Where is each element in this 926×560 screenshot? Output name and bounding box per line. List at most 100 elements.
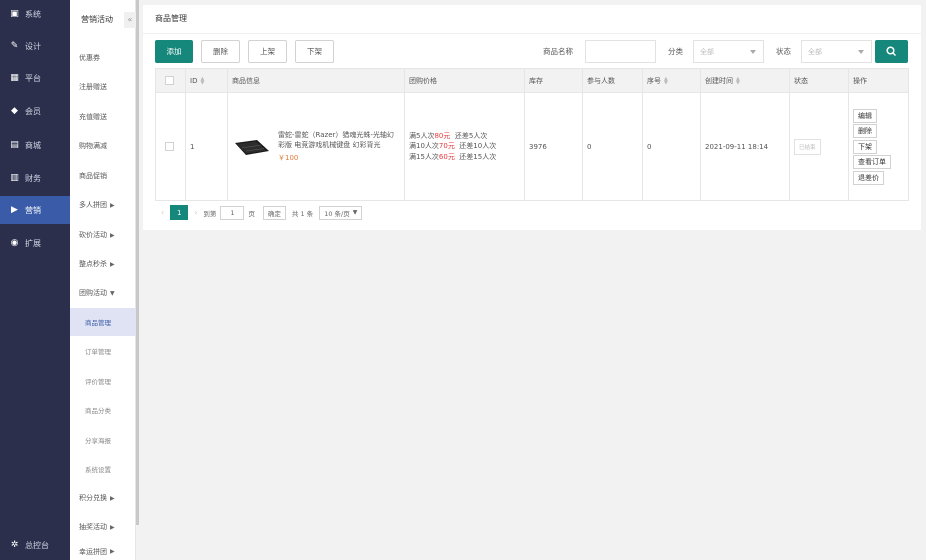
subnav-label: 订单管理 bbox=[85, 348, 111, 356]
row-list-down-button[interactable]: 下架 bbox=[853, 139, 877, 154]
created-cell: 2021-09-11 18:14 bbox=[700, 92, 790, 201]
subnav-label: 分享海报 bbox=[85, 437, 111, 445]
row-checkbox[interactable] bbox=[165, 142, 174, 151]
subnav-child-product-manage[interactable]: 商品管理 bbox=[70, 308, 136, 336]
nav-item-design[interactable]: ✎ 设计 bbox=[0, 32, 70, 60]
caret-right-icon: ▶ bbox=[110, 494, 115, 502]
price-tier: 满15人次60元 还差15人次 bbox=[409, 152, 524, 163]
tier-remaining: 还差15人次 bbox=[459, 152, 497, 161]
subnav-item-points[interactable]: 积分兑换 ▶ bbox=[70, 485, 136, 511]
tier-condition: 满15人次 bbox=[409, 152, 439, 161]
column-label: 团购价格 bbox=[409, 76, 437, 85]
category-select[interactable]: 全部 bbox=[693, 40, 764, 63]
column-header-actions: 操作 bbox=[848, 68, 909, 93]
system-icon: ▣ bbox=[10, 8, 19, 19]
product-name: 雷蛇-雷蛇（Razer）猎魂光蛛-光轴幻彩版 电竞游戏机械键盘 幻彩背光 bbox=[278, 131, 394, 149]
subnav-item-lottery[interactable]: 抽奖活动 ▶ bbox=[70, 514, 136, 540]
list-up-button[interactable]: 上架 bbox=[248, 40, 287, 63]
nav-label: 平台 bbox=[25, 73, 41, 83]
subnav-item-full-reduction[interactable]: 购物满减 bbox=[70, 133, 136, 159]
subnav-child-share-poster[interactable]: 分享海报 bbox=[70, 426, 136, 454]
view-orders-button[interactable]: 查看订单 bbox=[853, 155, 891, 169]
subnav-child-order-manage[interactable]: 订单管理 bbox=[70, 337, 136, 365]
next-page-icon[interactable]: › bbox=[194, 208, 197, 217]
page-current[interactable]: 1 bbox=[170, 205, 189, 220]
nav-item-dashboard[interactable]: ✲ 总控台 bbox=[0, 531, 70, 559]
chevron-down-icon bbox=[858, 50, 864, 54]
nav-label: 总控台 bbox=[25, 540, 49, 550]
caret-right-icon: ▶ bbox=[110, 201, 115, 209]
nav-item-system[interactable]: ▣ 系统 bbox=[0, 0, 70, 28]
add-button[interactable]: 添加 bbox=[155, 40, 193, 63]
goto-confirm-button[interactable]: 确定 bbox=[262, 205, 286, 220]
subnav-item-register-gift[interactable]: 注册赠送 bbox=[70, 74, 136, 100]
delete-button[interactable]: 删除 bbox=[201, 40, 240, 63]
tier-condition: 满5人次 bbox=[409, 131, 435, 140]
prev-page-icon[interactable]: ‹ bbox=[161, 208, 164, 217]
subnav-item-lucky-group[interactable]: 幸运拼团 ▶ bbox=[70, 543, 136, 560]
tier-price: 70元 bbox=[438, 142, 455, 151]
column-label: 库存 bbox=[529, 76, 543, 85]
platform-icon: ▦ bbox=[10, 72, 19, 83]
page-title: 商品管理 bbox=[155, 14, 187, 23]
subnav-item-group-buy-multi[interactable]: 多人拼团 ▶ bbox=[70, 192, 136, 218]
search-button[interactable] bbox=[875, 40, 908, 63]
subnav-label: 注册赠送 bbox=[79, 83, 107, 91]
product-name-input[interactable] bbox=[585, 40, 656, 63]
table-header-row: ID ▲ ▼ 商品信息 团购价格 库存 参与人数 序号 ▲ ▼ 创建时间 ▲ ▼ 状态 操作 bbox=[155, 68, 909, 93]
main-card: 商品管理 添加 删除 上架 下架 商品名称 分类 全部 状态 全部 ID ▲ ▼ 商… bbox=[143, 5, 921, 230]
subnav-child-review-manage[interactable]: 评价管理 bbox=[70, 367, 136, 395]
subnav-item-coupon[interactable]: 优惠券 bbox=[70, 45, 136, 71]
subnav-label: 优惠券 bbox=[79, 54, 100, 62]
category-select-value: 全部 bbox=[700, 47, 714, 56]
column-header-created[interactable]: 创建时间 ▲ ▼ bbox=[700, 68, 790, 93]
column-header-participants: 参与人数 bbox=[582, 68, 643, 93]
sidebar-scrollbar[interactable] bbox=[136, 0, 139, 525]
sub-sidebar: 营销活动 优惠券 注册赠送 充值赠送 购物满减 商品促销 多人拼团 ▶ 砍价活动 ▶… bbox=[70, 0, 136, 560]
refund-difference-button[interactable]: 退差价 bbox=[853, 170, 884, 185]
product-thumbnail bbox=[235, 139, 269, 155]
table-row: 1 雷蛇-雷蛇（Razer）猎魂光蛛-光轴幻彩版 电竞游戏机械键盘 幻彩背光 ￥… bbox=[155, 92, 909, 201]
status-select[interactable]: 全部 bbox=[801, 40, 872, 63]
caret-right-icon: ▶ bbox=[110, 260, 115, 268]
nav-item-extension[interactable]: ◉ 扩展 bbox=[0, 229, 70, 257]
column-label: 参与人数 bbox=[587, 76, 615, 85]
column-header-status: 状态 bbox=[789, 68, 849, 93]
collapse-sidebar-button[interactable]: « bbox=[124, 12, 136, 28]
subnav-item-bargain[interactable]: 砍价活动 ▶ bbox=[70, 222, 136, 248]
subnav-child-settings[interactable]: 系统设置 bbox=[70, 455, 136, 483]
nav-item-marketing[interactable]: ▶ 营销 bbox=[0, 196, 70, 224]
main-sidebar: ▣ 系统 ✎ 设计 ▦ 平台 ◆ 会员 ▤ 商城 ▥ 财务 ▶ 营销 ◉ 扩展 … bbox=[0, 0, 70, 560]
edit-button[interactable]: 编辑 bbox=[853, 108, 877, 123]
divider bbox=[143, 33, 921, 34]
product-info-cell: 雷蛇-雷蛇（Razer）猎魂光蛛-光轴幻彩版 电竞游戏机械键盘 幻彩背光 ￥10… bbox=[227, 92, 405, 201]
nav-item-shop[interactable]: ▤ 商城 bbox=[0, 131, 70, 159]
column-label: 商品信息 bbox=[232, 76, 260, 85]
category-label: 分类 bbox=[668, 47, 683, 56]
stock-cell: 3976 bbox=[524, 92, 583, 201]
column-label: ID bbox=[190, 76, 198, 85]
subnav-item-group-buy[interactable]: 团购活动 ▼ bbox=[70, 280, 136, 306]
select-all-cell bbox=[155, 68, 186, 93]
subnav-item-recharge-gift[interactable]: 充值赠送 bbox=[70, 104, 136, 130]
column-header-id[interactable]: ID ▲ ▼ bbox=[185, 68, 228, 93]
page-size-select[interactable]: 10 条/页 ▼ bbox=[319, 205, 363, 220]
subnav-item-flash-sale[interactable]: 整点秒杀 ▶ bbox=[70, 251, 136, 277]
list-down-button[interactable]: 下架 bbox=[295, 40, 334, 63]
nav-item-finance[interactable]: ▥ 财务 bbox=[0, 164, 70, 192]
nav-label: 营销 bbox=[25, 205, 41, 215]
design-icon: ✎ bbox=[10, 40, 19, 51]
nav-item-member[interactable]: ◆ 会员 bbox=[0, 97, 70, 125]
subnav-child-category[interactable]: 商品分类 bbox=[70, 396, 136, 424]
subnav-item-promotion[interactable]: 商品促销 bbox=[70, 163, 136, 189]
nav-item-platform[interactable]: ▦ 平台 bbox=[0, 64, 70, 92]
select-all-checkbox[interactable] bbox=[165, 76, 174, 85]
search-icon bbox=[886, 46, 897, 57]
subnav-label: 商品管理 bbox=[85, 319, 111, 327]
column-header-order[interactable]: 序号 ▲ ▼ bbox=[642, 68, 701, 93]
page-number-input[interactable]: 1 bbox=[220, 205, 245, 220]
subnav-label: 砍价活动 bbox=[79, 231, 107, 239]
row-delete-button[interactable]: 删除 bbox=[853, 124, 877, 138]
row-id: 1 bbox=[185, 92, 228, 201]
subnav-label: 系统设置 bbox=[85, 466, 111, 474]
